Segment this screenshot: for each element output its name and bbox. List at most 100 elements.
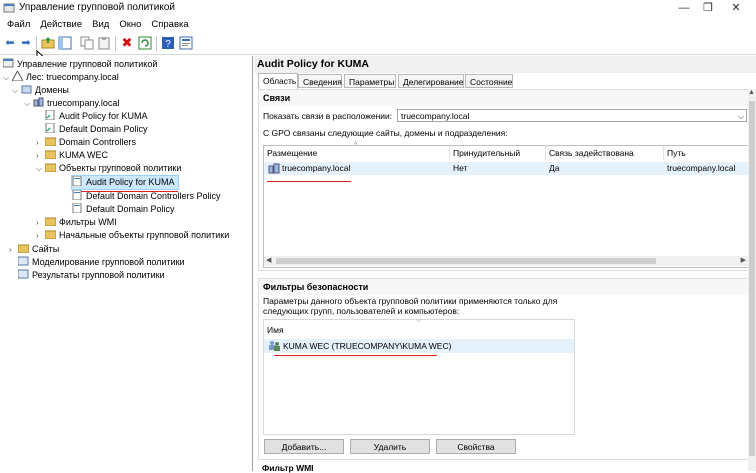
sites-icon bbox=[18, 244, 29, 253]
results-icon bbox=[18, 269, 29, 279]
tree-results-label: Результаты групповой политики bbox=[32, 270, 165, 280]
chevron-right-icon[interactable]: › bbox=[36, 149, 45, 162]
scroll-left-icon[interactable]: ◀ bbox=[266, 256, 271, 264]
menu-window[interactable]: Окно bbox=[114, 17, 146, 32]
show-hide-tree-icon[interactable] bbox=[58, 36, 72, 50]
chevron-down-icon[interactable]: ⌵ bbox=[3, 71, 12, 84]
tree-starter[interactable]: › Начальные объекты групповой политики bbox=[36, 229, 229, 242]
tab-scope[interactable]: Область bbox=[258, 73, 298, 89]
tree-domain[interactable]: ⌵ truecompany.local bbox=[24, 97, 119, 110]
tree-forest-label: Лес: truecompany.local bbox=[26, 72, 119, 82]
col-enforced[interactable]: Принудительный bbox=[450, 146, 546, 160]
row-link-enabled: Да bbox=[549, 163, 560, 173]
tree-domains[interactable]: ⌵ Домены bbox=[12, 84, 69, 97]
gpmc-app-icon bbox=[3, 3, 15, 13]
tree-root-label: Управление групповой политикой bbox=[17, 59, 158, 69]
col-path[interactable]: Путь bbox=[664, 146, 748, 160]
col-name[interactable]: Имя bbox=[264, 323, 574, 337]
gpo-icon bbox=[72, 176, 82, 186]
tree-gpo-audit[interactable]: Audit Policy for KUMA bbox=[71, 175, 179, 190]
back-arrow-icon[interactable]: ⬅ bbox=[3, 36, 17, 50]
gpo-link-icon bbox=[45, 123, 55, 133]
chevron-right-icon[interactable]: › bbox=[36, 136, 45, 149]
tree-results[interactable]: Результаты групповой политики bbox=[18, 269, 165, 282]
tree-gpo-ddcp[interactable]: Default Domain Controllers Policy bbox=[72, 190, 221, 203]
wmi-header: Фильтр WMI bbox=[262, 463, 314, 473]
chevron-down-icon[interactable]: ⌵ bbox=[24, 97, 33, 110]
close-button[interactable]: ✕ bbox=[724, 0, 748, 17]
tree-link-ddp[interactable]: Default Domain Policy bbox=[45, 123, 148, 136]
domain-icon bbox=[33, 97, 44, 107]
paste-icon[interactable] bbox=[97, 36, 111, 50]
gpo-icon bbox=[72, 190, 82, 200]
chevron-right-icon[interactable]: › bbox=[9, 243, 18, 256]
scroll-up-icon[interactable]: ▲ bbox=[748, 89, 755, 96]
tree-root[interactable]: Управление групповой политикой bbox=[3, 58, 157, 71]
vertical-scrollbar[interactable]: ▲ bbox=[748, 89, 756, 471]
chevron-right-icon[interactable]: › bbox=[36, 216, 45, 229]
chevron-down-icon[interactable]: ⌵ bbox=[12, 84, 21, 97]
svg-text:?: ? bbox=[165, 39, 171, 50]
show-links-combo[interactable]: truecompany.local ⌵ bbox=[397, 109, 747, 122]
tree-sites[interactable]: › Сайты bbox=[9, 243, 59, 256]
tree-gpo-ddp[interactable]: Default Domain Policy bbox=[72, 203, 175, 216]
gpo-icon bbox=[72, 203, 82, 213]
sort-up-icon: ^ bbox=[354, 142, 358, 149]
copy-icon[interactable] bbox=[80, 36, 94, 50]
tree-ou-wec[interactable]: › KUMA WEC bbox=[36, 149, 109, 162]
details-title: Audit Policy for KUMA bbox=[254, 56, 756, 73]
add-button[interactable]: Добавить... bbox=[264, 439, 344, 454]
menu-help[interactable]: Справка bbox=[146, 17, 193, 32]
group-name: KUMA WEC (TRUECOMPANY\KUMA WEC) bbox=[283, 341, 452, 351]
properties-button[interactable]: Свойства bbox=[436, 439, 516, 454]
tree-gpo-ddcp-label: Default Domain Controllers Policy bbox=[86, 191, 221, 201]
remove-button[interactable]: Удалить bbox=[350, 439, 430, 454]
window-title: Управление групповой политикой bbox=[19, 2, 175, 13]
security-desc-2: следующих групп, пользователей и компьют… bbox=[263, 306, 460, 316]
tree-forest[interactable]: ⌵ Лес: truecompany.local bbox=[3, 71, 119, 84]
tree-modeling[interactable]: Моделирование групповой политики bbox=[18, 256, 185, 269]
up-folder-icon[interactable] bbox=[41, 36, 55, 50]
minimize-button[interactable]: — bbox=[672, 0, 696, 17]
refresh-icon[interactable] bbox=[138, 36, 152, 50]
tree-ou-dc[interactable]: › Domain Controllers bbox=[36, 136, 137, 149]
tree-wmi-label: Фильтры WMI bbox=[59, 217, 117, 227]
chevron-right-icon[interactable]: › bbox=[36, 229, 45, 242]
tab-settings[interactable]: Параметры bbox=[344, 74, 396, 88]
modeling-icon bbox=[18, 256, 29, 266]
menu-file[interactable]: Файл bbox=[2, 17, 35, 32]
tab-details[interactable]: Сведения bbox=[298, 74, 342, 88]
tree-ou-dc-label: Domain Controllers bbox=[59, 137, 137, 147]
title-bar: Управление групповой политикой — ❐ ✕ bbox=[0, 0, 756, 17]
tree-gpo-ddp-label: Default Domain Policy bbox=[86, 204, 175, 214]
gpo-link-icon bbox=[45, 110, 55, 120]
links-header: Связи bbox=[259, 90, 749, 106]
tree-domains-label: Домены bbox=[35, 85, 69, 95]
maximize-button[interactable]: ❐ bbox=[696, 0, 720, 17]
tree-ou-wec-label: KUMA WEC bbox=[59, 150, 109, 160]
scroll-thumb[interactable] bbox=[749, 101, 755, 456]
help-icon[interactable]: ? bbox=[161, 36, 175, 50]
tree-gpo-audit-label: Audit Policy for KUMA bbox=[86, 177, 175, 187]
gpmc-root-icon bbox=[3, 58, 14, 68]
tree-link-audit-label: Audit Policy for KUMA bbox=[59, 111, 148, 121]
menu-view[interactable]: Вид bbox=[87, 17, 114, 32]
starter-folder-icon bbox=[45, 230, 56, 239]
scroll-thumb[interactable] bbox=[276, 258, 656, 264]
row-enforced: Нет bbox=[453, 163, 468, 173]
tree-link-audit[interactable]: Audit Policy for KUMA bbox=[45, 110, 148, 123]
col-link-enabled[interactable]: Связь задействована bbox=[546, 146, 664, 160]
chevron-down-icon: ⌵ bbox=[737, 112, 744, 121]
forward-arrow-icon[interactable]: ➡ bbox=[19, 36, 33, 50]
chevron-down-icon[interactable]: ⌵ bbox=[36, 162, 45, 175]
menu-action[interactable]: Действие bbox=[35, 17, 87, 32]
horizontal-scrollbar[interactable]: ◀ ▶ bbox=[264, 256, 748, 266]
tree-wmi[interactable]: › Фильтры WMI bbox=[36, 216, 117, 229]
scroll-right-icon[interactable]: ▶ bbox=[741, 256, 746, 264]
properties-icon[interactable] bbox=[179, 36, 193, 50]
tab-delegation[interactable]: Делегирование bbox=[398, 74, 464, 88]
delete-icon[interactable]: ✖ bbox=[120, 36, 134, 50]
tab-status[interactable]: Состояние bbox=[465, 74, 513, 88]
row-path: truecompany.local bbox=[667, 163, 736, 173]
tree-gpo-folder[interactable]: ⌵ Объекты групповой политики bbox=[36, 162, 181, 175]
